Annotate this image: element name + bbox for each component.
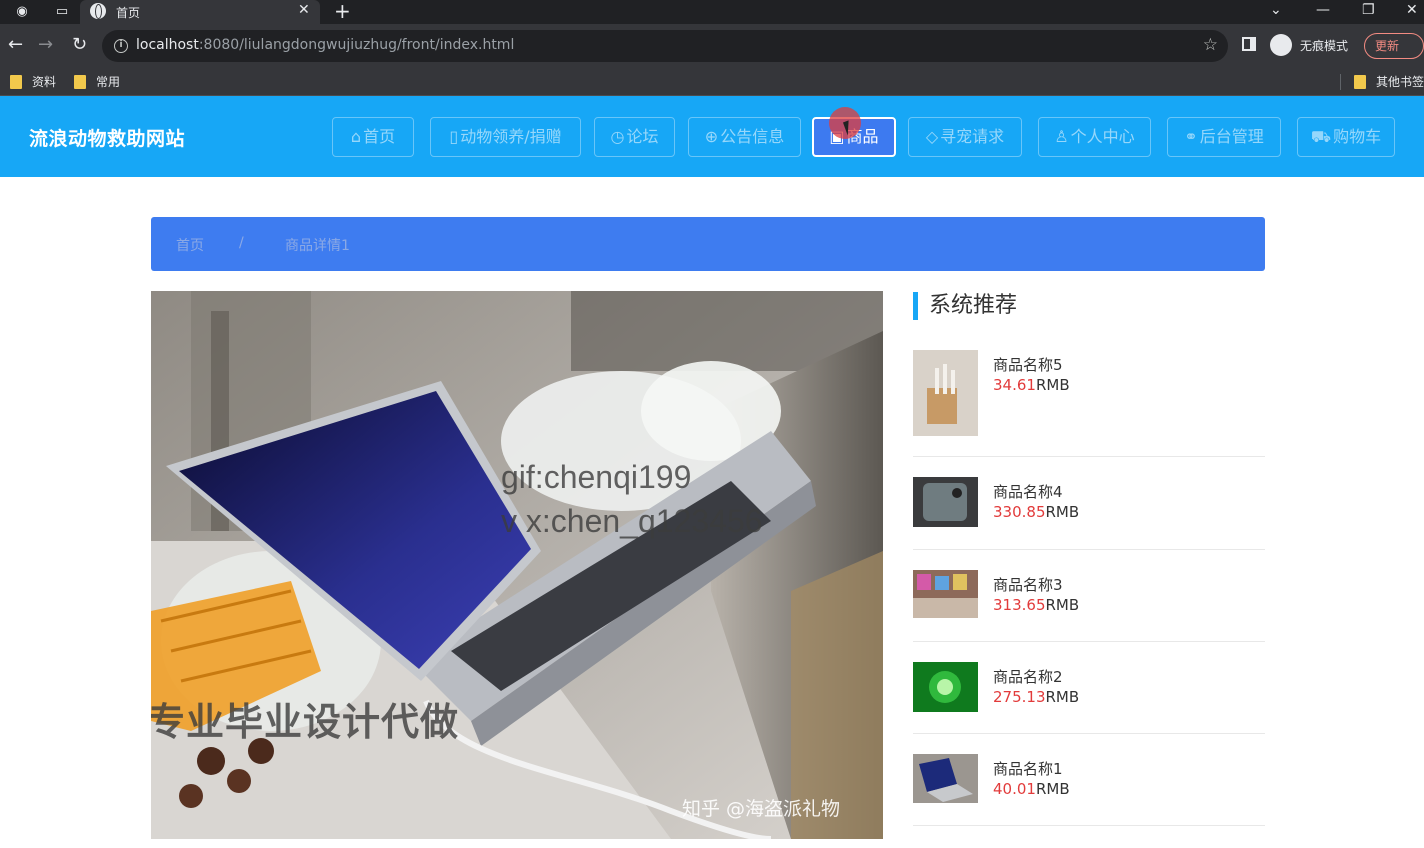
breadcrumb-separator: / (239, 235, 244, 251)
overlay-caption: 专业毕业设计代做 (151, 700, 460, 744)
product-price: 275.13RMB (993, 688, 1080, 706)
product-name[interactable]: 商品名称3 (993, 574, 1063, 595)
nav-home[interactable]: ⌂ 首页 (332, 117, 414, 157)
home-icon: ⌂ (350, 127, 362, 146)
product-price: 330.85RMB (993, 503, 1080, 521)
nav-admin[interactable]: ⚭ 后台管理 (1167, 117, 1281, 157)
thumb-image (913, 477, 978, 527)
product-name[interactable]: 商品名称5 (993, 354, 1063, 375)
incognito-label: 无痕模式 (1300, 39, 1349, 53)
close-tab-icon[interactable]: ✕ (298, 2, 310, 18)
browser-tab-strip: ◉ ▭ 首页 ✕ + ⌄ — ❐ ✕ (0, 0, 1424, 24)
breadcrumb-home[interactable]: 首页 (176, 235, 204, 255)
close-window-button[interactable]: ✕ (1406, 0, 1418, 20)
thumb-image (913, 662, 978, 712)
watermark-line2: v x:chen_q123456 (501, 503, 763, 539)
pet-icon: ▯ (449, 127, 459, 146)
product-thumbnail[interactable] (913, 477, 978, 527)
bookmark-folder-ziliao[interactable]: 资料 (10, 72, 56, 92)
product-thumbnail[interactable] (913, 350, 978, 436)
bookmarks-divider (1340, 74, 1341, 90)
minimize-button[interactable]: — (1316, 0, 1330, 20)
product-price: 40.01RMB (993, 780, 1070, 798)
product-price: 313.65RMB (993, 596, 1080, 614)
tab-title: 首页 (116, 6, 141, 20)
recommend-item[interactable]: 商品名称2 275.13RMB (913, 662, 1265, 734)
product-name[interactable]: 商品名称2 (993, 666, 1063, 687)
user-icon: ♙ (1054, 127, 1069, 146)
tab-group-icon[interactable]: ▭ (52, 2, 72, 22)
bookmark-star-icon[interactable]: ☆ (1203, 35, 1218, 55)
globe-icon (90, 3, 106, 19)
link-icon: ⚭ (1184, 127, 1198, 146)
thumb-image (913, 570, 978, 618)
breadcrumb-current: 商品详情1 (285, 238, 350, 254)
site-title: 流浪动物救助网站 (29, 128, 186, 150)
recommend-item[interactable]: 商品名称3 313.65RMB (913, 570, 1265, 642)
tab-search-icon[interactable]: ◉ (12, 2, 32, 22)
product-price: 34.61RMB (993, 376, 1070, 394)
nav-notice[interactable]: ⊕ 公告信息 (688, 117, 801, 157)
nav-profile[interactable]: ♙ 个人中心 (1038, 117, 1151, 157)
forward-button[interactable]: → (38, 35, 53, 55)
address-bar[interactable]: i localhost:8080/liulangdongwujiuzhug/fr… (102, 30, 1228, 62)
folder-icon (1354, 75, 1366, 89)
update-button[interactable]: 更新 (1364, 33, 1424, 59)
globe-icon: ⊕ (704, 127, 719, 146)
nav-adoption[interactable]: ▯ 动物领养/捐赠 (430, 117, 581, 157)
image-credit: 知乎 @海盗派礼物 (682, 798, 841, 820)
tab-search-dropdown-icon[interactable]: ⌄ (1270, 0, 1282, 20)
url-text[interactable]: localhost:8080/liulangdongwujiuzhug/fron… (136, 37, 514, 53)
new-tab-button[interactable]: + (334, 0, 351, 22)
site-header: 流浪动物救助网站 ⌂首页 ▯动物领养/捐赠 ◷论坛 ⊕公告信息 ▣商品 ◇寻宠请… (0, 96, 1424, 177)
back-button[interactable]: ← (8, 35, 23, 55)
reload-button[interactable]: ↻ (72, 35, 87, 55)
recommend-item[interactable]: 商品名称1 40.01RMB (913, 754, 1265, 826)
product-name[interactable]: 商品名称4 (993, 481, 1063, 502)
thumb-image (913, 350, 978, 436)
product-thumbnail[interactable] (913, 570, 978, 618)
incognito-icon[interactable] (1270, 34, 1292, 56)
product-main-image[interactable]: gif:chenqi199 v x:chen_q123456 专业毕业设计代做 … (151, 291, 883, 839)
nav-cart[interactable]: ⛟ 购物车 (1297, 117, 1395, 157)
breadcrumb: 首页 / 商品详情1 (151, 217, 1265, 271)
browser-tab-home[interactable]: 首页 ✕ (80, 0, 320, 24)
folder-icon (74, 75, 86, 89)
watermark-line1: gif:chenqi199 (501, 459, 692, 495)
laptop-photo (151, 291, 883, 839)
side-panel-icon[interactable] (1242, 37, 1256, 51)
product-thumbnail[interactable] (913, 754, 978, 803)
bookmark-folder-changyong[interactable]: 常用 (74, 72, 120, 92)
product-name[interactable]: 商品名称1 (993, 758, 1063, 779)
folder-icon (10, 75, 22, 89)
browser-toolbar: ← → ↻ i localhost:8080/liulangdongwujiuz… (0, 24, 1424, 68)
recommend-item[interactable]: 商品名称4 330.85RMB (913, 477, 1265, 550)
recommend-title: 系统推荐 (913, 292, 1017, 320)
product-thumbnail[interactable] (913, 662, 978, 712)
site-info-icon[interactable]: i (114, 39, 128, 53)
tag-icon: ◇ (925, 127, 939, 146)
recommend-item[interactable]: 商品名称5 34.61RMB (913, 350, 1265, 457)
thumb-image (913, 754, 978, 803)
bookmarks-bar: 资料 常用 其他书签 (0, 68, 1424, 96)
nav-lost-pet[interactable]: ◇ 寻宠请求 (908, 117, 1022, 157)
cart-icon: ⛟ (1310, 127, 1332, 146)
nav-forum[interactable]: ◷ 论坛 (594, 117, 675, 157)
restore-button[interactable]: ❐ (1362, 0, 1375, 20)
bookmark-folder-other[interactable]: 其他书签 (1354, 72, 1424, 92)
clock-icon: ◷ (610, 127, 625, 146)
